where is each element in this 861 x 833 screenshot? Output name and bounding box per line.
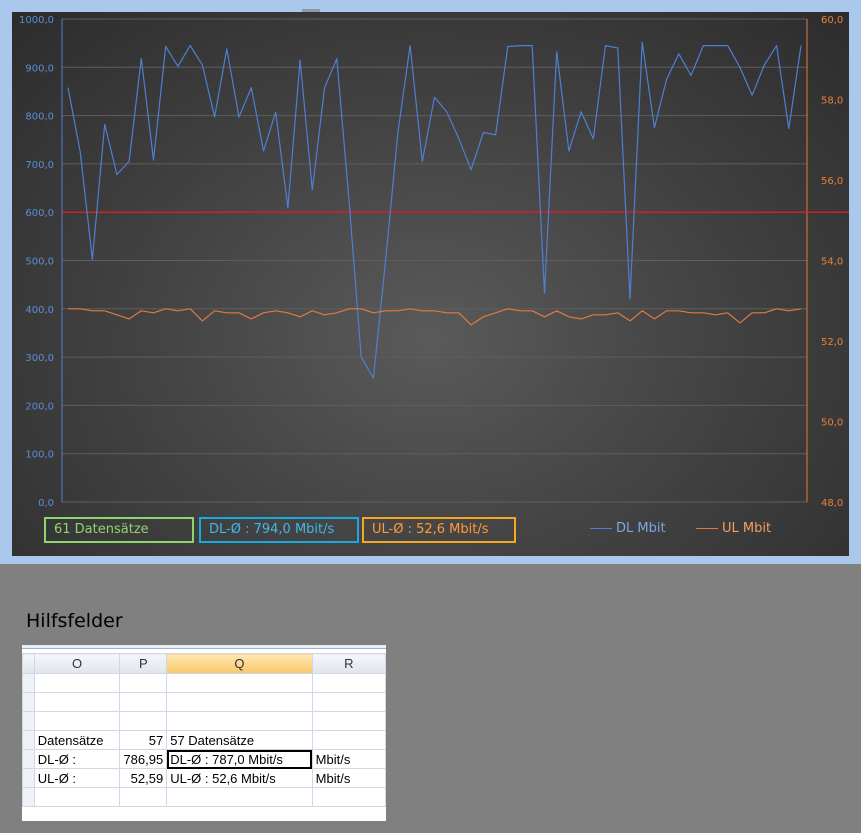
- cell-r[interactable]: [311, 692, 386, 712]
- left-tick-label: 100,0: [25, 450, 54, 461]
- cell-r[interactable]: [311, 711, 386, 731]
- left-tick-label: 300,0: [25, 353, 54, 364]
- cell-q[interactable]: [166, 673, 313, 693]
- row-header-cell[interactable]: [22, 711, 35, 731]
- legend-item-ul: UL Mbit: [696, 521, 771, 536]
- dl-series-line: [67, 41, 802, 379]
- cell-o[interactable]: UL-Ø :: [33, 768, 121, 788]
- row-header-cell[interactable]: [22, 730, 35, 750]
- cell-p[interactable]: 57: [119, 730, 168, 750]
- cell-r[interactable]: [311, 673, 386, 693]
- gridlines: [62, 18, 807, 503]
- left-tick-label: 400,0: [25, 305, 54, 316]
- table-row: [22, 692, 386, 712]
- legend-item-dl: DL Mbit: [590, 521, 666, 536]
- cell-o[interactable]: Datensätze: [33, 730, 121, 750]
- table-row: [22, 711, 386, 731]
- table-row: [22, 787, 386, 807]
- cell-q[interactable]: 57 Datensätze: [166, 730, 313, 750]
- cell-p[interactable]: 786,95: [119, 749, 168, 769]
- right-tick-label: 58,0: [821, 96, 843, 107]
- cell-p[interactable]: 52,59: [119, 768, 168, 788]
- row-header-cell[interactable]: [22, 768, 35, 788]
- record-count-box: 61 Datensätze: [44, 517, 194, 543]
- left-tick-label: 0,0: [38, 498, 54, 509]
- cell-q[interactable]: UL-Ø : 52,6 Mbit/s: [166, 768, 313, 788]
- right-tick-label: 54,0: [821, 257, 843, 268]
- cell-r[interactable]: Mbit/s: [311, 768, 386, 788]
- cell-o[interactable]: [33, 711, 121, 731]
- cell-p[interactable]: [119, 673, 168, 693]
- chart-area[interactable]: 0,0 100,0 200,0 300,0 400,0 500,0 600,0 700,0 80…: [12, 12, 849, 556]
- column-header-r[interactable]: R: [311, 653, 386, 674]
- right-tick-label: 48,0: [821, 498, 843, 509]
- table-row: DL-Ø :786,95 DL-Ø : 787,0 Mbit/s Mbit/s: [22, 749, 386, 769]
- column-header-row: O P Q R: [22, 653, 386, 674]
- chart-frame: 0,0 100,0 200,0 300,0 400,0 500,0 600,0 700,0 80…: [0, 0, 861, 564]
- cell-o[interactable]: [33, 692, 121, 712]
- series-lines: [67, 41, 802, 379]
- cell-q[interactable]: DL-Ø : 787,0 Mbit/s: [166, 749, 313, 769]
- dl-average-box: DL-Ø : 794,0 Mbit/s: [199, 517, 359, 543]
- right-tick-label: 50,0: [821, 418, 843, 429]
- cell-o[interactable]: DL-Ø :: [33, 749, 121, 769]
- cell-p[interactable]: [119, 711, 168, 731]
- spreadsheet-excerpt: O P Q R Datensätze 57 57 Datensätze DL-Ø :7…: [22, 645, 386, 821]
- legend-swatch-ul: [696, 528, 718, 529]
- legend-label-ul: UL Mbit: [722, 521, 772, 536]
- corner-cell[interactable]: [22, 653, 35, 674]
- column-header-o[interactable]: O: [33, 653, 121, 674]
- right-tick-label: 56,0: [821, 176, 843, 187]
- cell-q[interactable]: [166, 692, 313, 712]
- cell-o[interactable]: [33, 787, 121, 807]
- cell-q[interactable]: [166, 711, 313, 731]
- row-header-cell[interactable]: [22, 787, 35, 807]
- spreadsheet-grid: O P Q R Datensätze 57 57 Datensätze DL-Ø :7…: [22, 653, 386, 807]
- cell-p[interactable]: [119, 692, 168, 712]
- row-header-cell[interactable]: [22, 749, 35, 769]
- table-row: Datensätze 57 57 Datensätze: [22, 730, 386, 750]
- ul-average-box: UL-Ø : 52,6 Mbit/s: [362, 517, 516, 543]
- row-header-cell[interactable]: [22, 692, 35, 712]
- right-tick-label: 60,0: [821, 15, 843, 26]
- ul-series-line: [68, 308, 802, 326]
- cell-r[interactable]: [311, 787, 386, 807]
- column-header-q[interactable]: Q: [166, 653, 313, 674]
- row-header-cell[interactable]: [22, 673, 35, 693]
- column-header-p[interactable]: P: [119, 653, 168, 674]
- table-row: [22, 673, 386, 693]
- left-tick-label: 500,0: [25, 257, 54, 268]
- left-tick-label: 600,0: [25, 208, 54, 219]
- cell-q[interactable]: [166, 787, 313, 807]
- table-row: UL-Ø :52,59 UL-Ø : 52,6 Mbit/s Mbit/s: [22, 768, 386, 788]
- legend-swatch-dl: [590, 528, 612, 529]
- tick-labels: 0,0 100,0 200,0 300,0 400,0 500,0 600,0 700,0 80…: [19, 15, 843, 509]
- cell-r[interactable]: [311, 730, 386, 750]
- left-tick-label: 200,0: [25, 401, 54, 412]
- left-tick-label: 1000,0: [19, 15, 54, 26]
- right-tick-label: 52,0: [821, 337, 843, 348]
- legend-label-dl: DL Mbit: [616, 521, 666, 536]
- cell-p[interactable]: [119, 787, 168, 807]
- left-tick-label: 900,0: [25, 63, 54, 74]
- line-chart: 0,0 100,0 200,0 300,0 400,0 500,0 600,0 700,0 80…: [19, 15, 849, 509]
- hilfsfelder-title: Hilfsfelder: [26, 610, 123, 632]
- cell-o[interactable]: [33, 673, 121, 693]
- cell-r[interactable]: Mbit/s: [311, 749, 386, 769]
- sheet-top-border: [22, 645, 386, 649]
- left-tick-label: 800,0: [25, 112, 54, 123]
- left-tick-label: 700,0: [25, 160, 54, 171]
